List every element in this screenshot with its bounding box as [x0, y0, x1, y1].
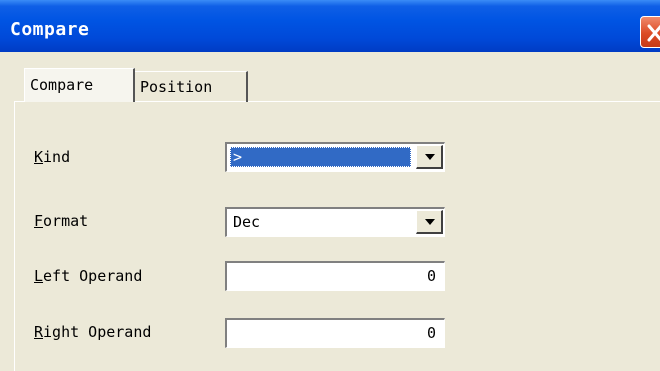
tab-position[interactable]: Position	[135, 71, 248, 102]
left-operand-value: 0	[426, 267, 436, 285]
right-operand-field[interactable]: 0	[225, 318, 445, 348]
format-dropdown-button[interactable]	[416, 210, 443, 234]
format-select[interactable]: Dec	[225, 207, 445, 237]
kind-select-value: >	[230, 147, 411, 167]
kind-label: Kind	[34, 148, 71, 166]
tab-compare-label: Compare	[30, 76, 94, 94]
left-operand-field[interactable]: 0	[225, 261, 445, 291]
left-operand-label: Left Operand	[34, 267, 143, 285]
format-label: Format	[34, 212, 89, 230]
chevron-down-icon	[425, 154, 435, 160]
tab-position-label: Position	[140, 78, 213, 96]
format-select-value: Dec	[233, 213, 261, 231]
title-bar[interactable]: Compare	[0, 0, 660, 52]
right-operand-value: 0	[426, 324, 436, 342]
kind-select[interactable]: >	[225, 142, 445, 172]
window-title: Compare	[10, 19, 90, 40]
tab-compare[interactable]: Compare	[24, 68, 135, 102]
close-icon	[647, 24, 660, 42]
right-operand-label: Right Operand	[34, 323, 152, 341]
chevron-down-icon	[425, 219, 435, 225]
close-button[interactable]	[640, 16, 660, 48]
kind-dropdown-button[interactable]	[416, 145, 443, 169]
